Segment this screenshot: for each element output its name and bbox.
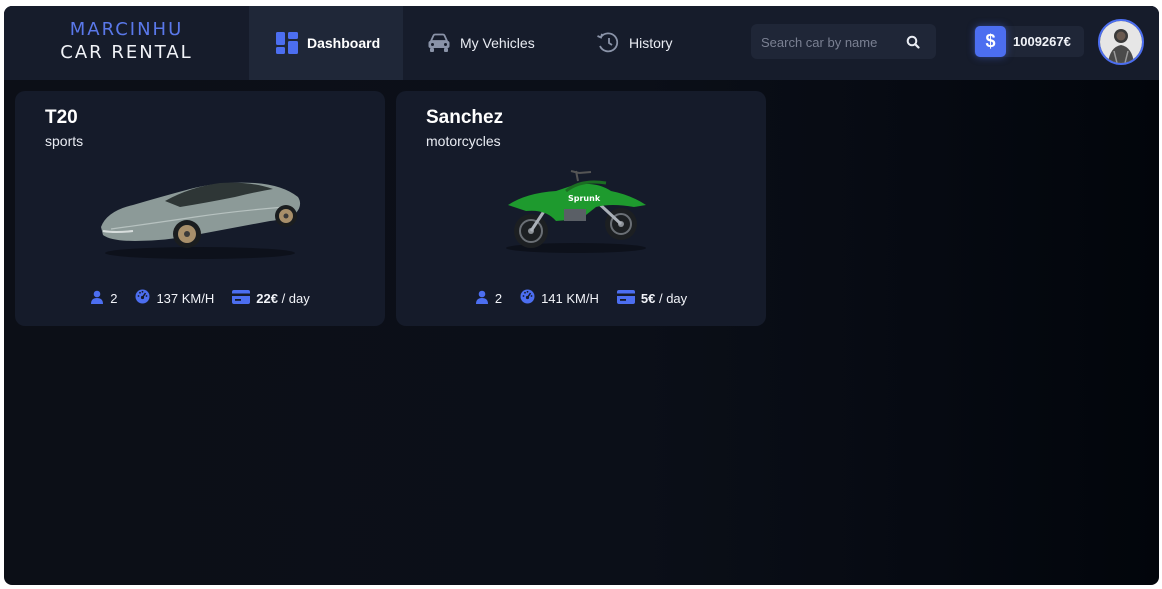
- speedometer-icon: [520, 289, 535, 307]
- speed-value: 141 KM/H: [541, 290, 599, 306]
- vehicle-card[interactable]: T20 sports 2 137 KM/H 22€ / day: [15, 91, 385, 326]
- seats-stat: 2: [90, 290, 117, 307]
- price-stat: 22€ / day: [232, 289, 310, 307]
- vehicle-image: Sprunk: [396, 161, 766, 271]
- svg-text:Sprunk: Sprunk: [568, 194, 601, 203]
- price-unit: / day: [277, 290, 310, 306]
- vehicle-name: T20: [45, 107, 78, 128]
- balance-amount: 1009267€: [1013, 34, 1071, 49]
- nav-my-vehicles-label: My Vehicles: [460, 35, 535, 51]
- car-icon: [427, 33, 451, 53]
- vehicle-image: [15, 161, 385, 271]
- user-icon: [90, 290, 104, 307]
- balance-display: $ 1009267€: [974, 26, 1084, 57]
- credit-card-icon: [232, 289, 251, 307]
- history-icon: [596, 32, 620, 54]
- vehicle-name: Sanchez: [426, 107, 504, 128]
- vehicle-stats: 2 141 KM/H 5€ / day: [396, 288, 766, 308]
- search-icon[interactable]: [906, 34, 920, 53]
- vehicle-category: motorcycles: [426, 133, 501, 149]
- seats-stat: 2: [475, 290, 502, 307]
- price-unit: / day: [655, 290, 688, 306]
- user-icon: [475, 290, 489, 307]
- price-value: 22€: [256, 290, 278, 306]
- brand-logo: MARCINHU CAR RENTAL: [4, 6, 249, 80]
- nav-dashboard[interactable]: Dashboard: [249, 6, 403, 80]
- price-text: 5€ / day: [641, 291, 687, 306]
- nav-dashboard-label: Dashboard: [307, 35, 381, 51]
- credit-card-icon: [616, 289, 635, 307]
- speed-stat: 137 KM/H: [135, 289, 214, 307]
- speed-stat: 141 KM/H: [520, 289, 599, 307]
- brand-tagline: CAR RENTAL: [60, 42, 193, 63]
- nav-my-vehicles[interactable]: My Vehicles: [427, 6, 535, 80]
- brand-name: MARCINHU: [69, 19, 184, 40]
- seats-value: 2: [110, 290, 118, 306]
- vehicle-card[interactable]: Sanchez motorcycles Sprunk 2 141 KM/H 5€…: [396, 91, 766, 326]
- dollar-icon: $: [975, 26, 1006, 57]
- search-input[interactable]: [759, 24, 903, 61]
- price-value: 5€: [640, 290, 656, 306]
- app-window: MARCINHU CAR RENTAL Dashboard My Vehicle…: [4, 6, 1159, 585]
- user-avatar[interactable]: [1098, 19, 1144, 65]
- speedometer-icon: [135, 289, 150, 307]
- price-stat: 5€ / day: [616, 289, 687, 307]
- dashboard-icon: [276, 32, 298, 54]
- price-text: 22€ / day: [256, 291, 310, 306]
- nav-history-label: History: [629, 35, 673, 51]
- top-bar: MARCINHU CAR RENTAL Dashboard My Vehicle…: [4, 6, 1159, 80]
- search-box: [751, 24, 936, 61]
- vehicle-stats: 2 137 KM/H 22€ / day: [15, 288, 385, 308]
- speed-value: 137 KM/H: [156, 290, 215, 306]
- seats-value: 2: [494, 290, 503, 306]
- vehicle-category: sports: [45, 133, 84, 149]
- nav-history[interactable]: History: [596, 6, 673, 80]
